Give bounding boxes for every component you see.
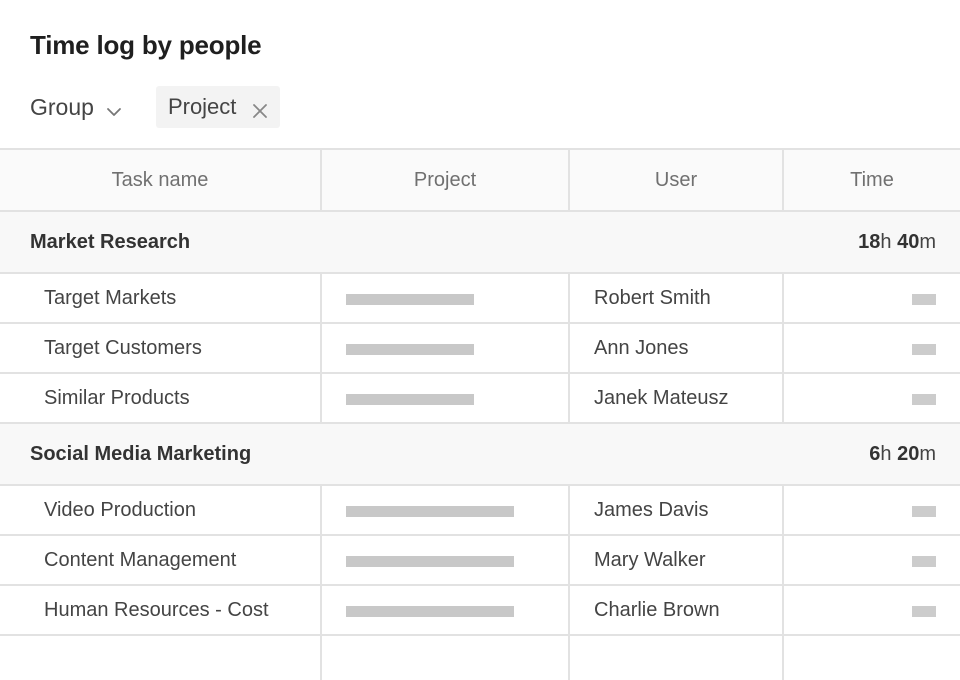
group-row-social-media-marketing[interactable]: Social Media Marketing 6h 20 m xyxy=(0,424,960,486)
group-time-minutes: 40 xyxy=(897,230,920,253)
column-header-project[interactable]: Project xyxy=(322,150,568,210)
time-placeholder xyxy=(912,556,936,567)
column-divider xyxy=(782,374,784,422)
column-divider xyxy=(568,274,570,322)
group-chip-project[interactable]: Project xyxy=(155,86,281,128)
task-name: Target Customers xyxy=(44,336,202,359)
group-name: Social Media Marketing xyxy=(30,442,252,465)
user-name: Robert Smith xyxy=(594,286,711,309)
column-header-time[interactable]: Time xyxy=(784,150,960,210)
column-header-user[interactable]: User xyxy=(570,150,782,210)
chevron-down-icon xyxy=(106,99,122,116)
column-divider xyxy=(782,150,784,210)
column-divider xyxy=(782,486,784,534)
project-placeholder xyxy=(346,294,474,305)
task-name: Content Management xyxy=(44,548,237,571)
time-placeholder xyxy=(912,394,936,405)
column-divider xyxy=(320,324,322,372)
group-time-h-unit: h xyxy=(880,442,892,465)
table-empty-area xyxy=(0,636,960,680)
group-time-minutes: 20 xyxy=(897,442,920,465)
column-divider xyxy=(568,324,570,372)
group-total-time: 18 h 40 m xyxy=(858,212,936,272)
table-row[interactable]: Target Markets Robert Smith xyxy=(0,274,960,324)
project-placeholder xyxy=(346,556,514,567)
group-time-m-unit: m xyxy=(919,442,936,465)
group-row-market-research[interactable]: Market Research 18 h 40 m xyxy=(0,212,960,274)
table-row[interactable]: Content Management Mary Walker xyxy=(0,536,960,586)
column-divider xyxy=(568,374,570,422)
page-title: Time log by people xyxy=(30,30,262,60)
group-total-time: 6h 20 m xyxy=(869,424,936,484)
user-name: Mary Walker xyxy=(594,548,706,571)
task-name: Video Production xyxy=(44,498,196,521)
table-row[interactable]: Video Production James Davis xyxy=(0,486,960,536)
toolbar: Group Project xyxy=(30,86,281,128)
group-time-hours: 6 xyxy=(869,442,881,465)
group-by-label: Group xyxy=(30,93,94,120)
time-placeholder xyxy=(912,606,936,617)
column-divider xyxy=(320,274,322,322)
column-divider xyxy=(568,486,570,534)
close-icon[interactable] xyxy=(252,99,268,118)
user-name: Ann Jones xyxy=(594,336,689,359)
column-divider xyxy=(568,636,570,680)
time-placeholder xyxy=(912,344,936,355)
table-row[interactable]: Similar Products Janek Mateusz xyxy=(0,374,960,424)
table-row[interactable]: Target Customers Ann Jones xyxy=(0,324,960,374)
user-name: Janek Mateusz xyxy=(594,386,729,409)
column-divider xyxy=(320,486,322,534)
table-header: Task name Project User Time xyxy=(0,148,960,212)
group-chip-label: Project xyxy=(167,94,237,119)
group-time-m-unit: m xyxy=(919,230,936,253)
column-divider xyxy=(320,636,322,680)
column-divider xyxy=(568,536,570,584)
column-divider xyxy=(782,636,784,680)
column-header-task-name[interactable]: Task name xyxy=(0,150,320,210)
time-placeholder xyxy=(912,294,936,305)
project-placeholder xyxy=(346,344,474,355)
column-divider xyxy=(320,586,322,634)
column-divider xyxy=(782,586,784,634)
task-name: Target Markets xyxy=(44,286,177,309)
column-divider xyxy=(320,536,322,584)
column-divider xyxy=(782,274,784,322)
project-placeholder xyxy=(346,394,474,405)
group-name: Market Research xyxy=(30,230,191,253)
group-time-h-unit: h xyxy=(880,230,892,253)
column-divider xyxy=(782,536,784,584)
group-time-hours: 18 xyxy=(858,230,881,253)
column-divider xyxy=(568,586,570,634)
time-placeholder xyxy=(912,506,936,517)
user-name: James Davis xyxy=(594,498,709,521)
column-divider xyxy=(320,150,322,210)
table-row[interactable]: Human Resources - Cost Charlie Brown xyxy=(0,586,960,636)
column-divider xyxy=(568,150,570,210)
column-divider xyxy=(320,374,322,422)
column-divider xyxy=(782,324,784,372)
project-placeholder xyxy=(346,506,514,517)
task-name: Similar Products xyxy=(44,386,190,409)
user-name: Charlie Brown xyxy=(594,598,720,621)
task-name: Human Resources - Cost xyxy=(44,598,269,621)
time-log-table: Task name Project User Time Market Resea… xyxy=(0,148,960,680)
project-placeholder xyxy=(346,606,514,617)
group-by-dropdown[interactable]: Group xyxy=(30,86,122,128)
